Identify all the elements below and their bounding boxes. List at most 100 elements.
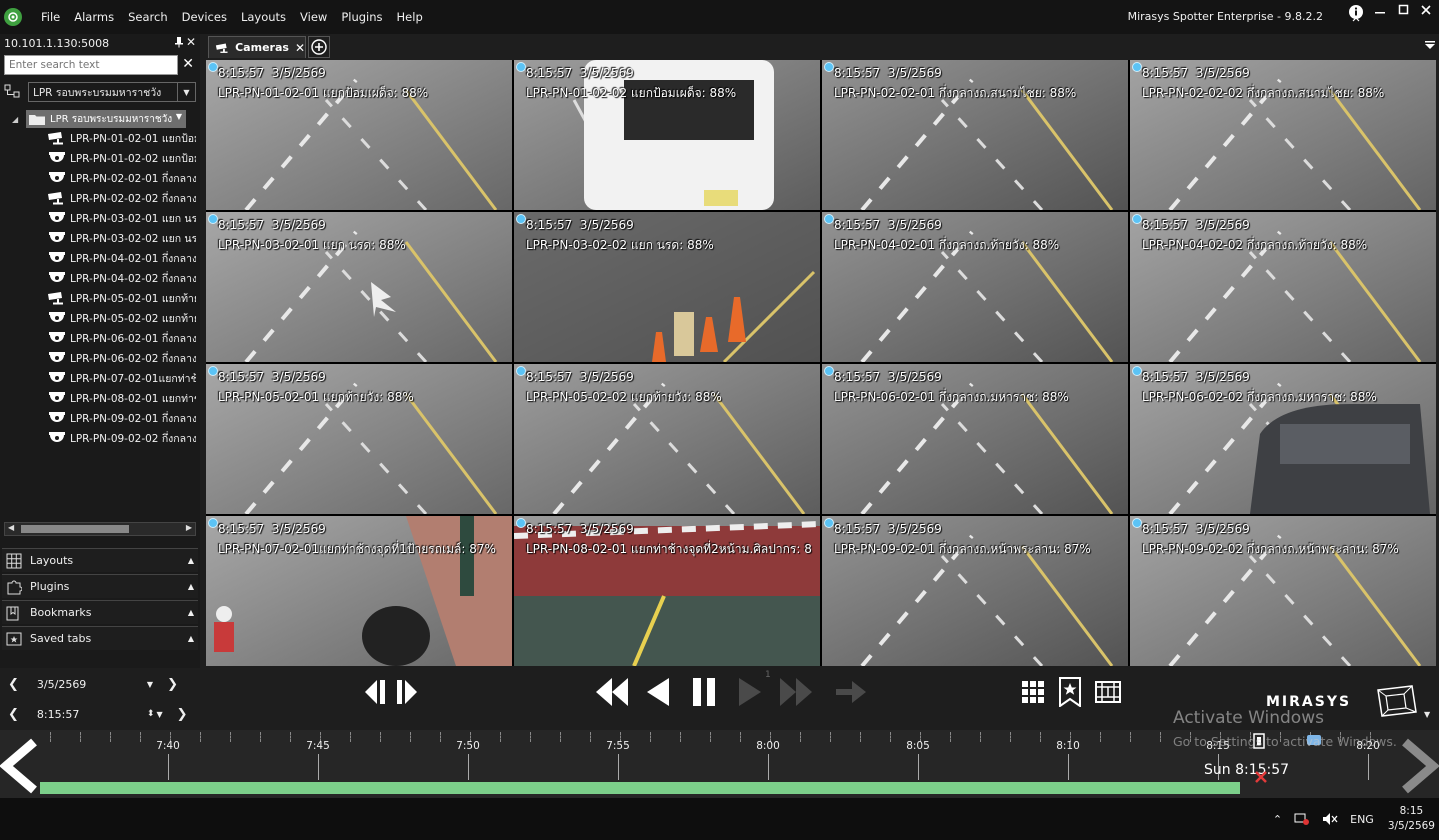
timeline-minor-tick [1040, 732, 1041, 742]
date-value[interactable]: 3/5/2569 [37, 678, 147, 691]
scrollbar-thumb[interactable] [21, 525, 129, 533]
menu-layouts[interactable]: Layouts [234, 10, 293, 24]
alarm-marker-icon[interactable] [1254, 770, 1268, 784]
clear-search-icon[interactable]: ✕ [182, 56, 194, 72]
scroll-left-icon[interactable]: ◀ [8, 523, 14, 532]
maximize-icon[interactable] [1393, 4, 1415, 20]
camera-tree-item[interactable]: LPR-PN-03-02-02 แยก นรา [4, 228, 196, 248]
timeline-next-icon[interactable] [1399, 738, 1439, 794]
network-icon[interactable] [1294, 812, 1310, 826]
pin-icon[interactable] [174, 36, 184, 51]
menu-devices[interactable]: Devices [175, 10, 234, 24]
camera-tile[interactable]: 8:15:57 3/5/2569 LPR-PN-01-02-01 แยกป้อมเ… [206, 60, 512, 210]
camera-tile[interactable]: 8:15:57 3/5/2569 LPR-PN-04-02-01 กึ่งกลาง… [822, 212, 1128, 362]
tab-menu-icon[interactable] [1425, 40, 1435, 53]
view-select[interactable]: LPR รอบพระบรมมหาราชวัง ▼ [28, 82, 196, 102]
camera-tree-item[interactable]: LPR-PN-08-02-01 แยกท่าช้ [4, 388, 196, 408]
expand-up-icon: ▲ [187, 634, 194, 643]
section-layouts[interactable]: Layouts ▲ [2, 548, 198, 572]
go-live-button[interactable] [832, 672, 870, 712]
saved-tab-icon [6, 632, 22, 645]
chevron-down-icon[interactable]: ▼ [1424, 710, 1430, 719]
add-tab-button[interactable] [308, 36, 330, 58]
camera-tile[interactable]: 8:15:57 3/5/2569 LPR-PN-09-02-02 กึ่งกลาง… [1130, 516, 1436, 666]
section-plugins[interactable]: Plugins ▲ [2, 574, 198, 598]
camera-tree-item[interactable]: LPR-PN-01-02-01 แยกป้อม [4, 128, 196, 148]
camera-tree-item[interactable]: LPR-PN-09-02-01 กึ่งกลางถ [4, 408, 196, 428]
dome-camera-icon [49, 232, 65, 242]
tree-view-icon[interactable] [4, 83, 22, 101]
camera-tree-item[interactable]: LPR-PN-05-02-01 แยกท้ายว [4, 288, 196, 308]
next-time-icon[interactable]: ❯ [177, 707, 188, 722]
camera-tile[interactable]: 8:15:57 3/5/2569 LPR-PN-03-02-02 แยก นรด:… [514, 212, 820, 362]
fast-rewind-button[interactable] [592, 672, 632, 712]
camera-tree-item[interactable]: LPR-PN-02-02-02 กึ่งกลางถ [4, 188, 196, 208]
camera-tree-item[interactable]: LPR-PN-09-02-02 กึ่งกลางถ [4, 428, 196, 448]
tree-horizontal-scrollbar[interactable]: ◀ ▶ [4, 522, 196, 536]
camera-tree-item[interactable]: LPR-PN-07-02-01แยกท่าช้ [4, 368, 196, 388]
section-bookmarks[interactable]: Bookmarks ▲ [2, 600, 198, 624]
camera-tree-item[interactable]: LPR-PN-04-02-01 กึ่งกลางถ [4, 248, 196, 268]
camera-tile[interactable]: 8:15:57 3/5/2569 LPR-PN-09-02-01 กึ่งกลาง… [822, 516, 1128, 666]
close-tab-icon[interactable]: ✕ [295, 41, 305, 55]
camera-tree-item[interactable]: LPR-PN-02-02-01 กึ่งกลางถ [4, 168, 196, 188]
tray-expand-icon[interactable]: ⌃ [1273, 813, 1282, 826]
camera-tile[interactable]: 8:15:57 3/5/2569 LPR-PN-05-02-01 แยกท้ายว… [206, 364, 512, 514]
time-value[interactable]: 8:15:57 [37, 708, 147, 721]
timeline-prev-icon[interactable] [0, 738, 40, 794]
fast-forward-button[interactable] [776, 672, 816, 712]
camera-tile[interactable]: 8:15:57 3/5/2569 LPR-PN-04-02-02 กึ่งกลาง… [1130, 212, 1436, 362]
scroll-right-icon[interactable]: ▶ [186, 523, 192, 532]
camera-tree-item[interactable]: LPR-PN-05-02-02 แยกท้ายว [4, 308, 196, 328]
search-input[interactable] [4, 55, 178, 75]
menu-plugins[interactable]: Plugins [334, 10, 389, 24]
menu-file[interactable]: File [34, 10, 67, 24]
next-date-icon[interactable]: ❯ [167, 677, 178, 692]
tree-group[interactable]: ◢ LPR รอบพระบรมมหาราชวัง ▼ [4, 110, 196, 128]
info-icon[interactable] [1345, 4, 1367, 22]
close-panel-icon[interactable]: ✕ [186, 35, 196, 49]
play-button[interactable] [734, 672, 766, 712]
menu-help[interactable]: Help [390, 10, 430, 24]
menu-alarms[interactable]: Alarms [67, 10, 121, 24]
prev-time-icon[interactable]: ❮ [8, 707, 19, 722]
chevron-down-icon[interactable]: ▼ [156, 710, 162, 719]
prev-date-icon[interactable]: ❮ [8, 677, 19, 692]
taskbar-clock[interactable]: 8:15 3/5/2569 [1388, 804, 1435, 834]
camera-tile[interactable]: 8:15:57 3/5/2569 LPR-PN-02-02-01 กึ่งกลาง… [822, 60, 1128, 210]
camera-tree-item[interactable]: LPR-PN-03-02-01 แยก นรา [4, 208, 196, 228]
camera-tile[interactable]: 8:15:57 3/5/2569 LPR-PN-01-02-02 แยกป้อมเ… [514, 60, 820, 210]
camera-tree-item[interactable]: LPR-PN-06-02-02 กึ่งกลางถ [4, 348, 196, 368]
camera-tile[interactable]: 8:15:57 3/5/2569 LPR-PN-05-02-02 แยกท้ายว… [514, 364, 820, 514]
camera-tile[interactable]: 8:15:57 3/5/2569 LPR-PN-07-02-01แยกท่าช้า… [206, 516, 512, 666]
collapse-triangle-icon[interactable]: ◢ [12, 115, 22, 124]
minimize-icon[interactable] [1369, 4, 1391, 20]
camera-tile[interactable]: 8:15:57 3/5/2569 LPR-PN-06-02-01 กึ่งกลาง… [822, 364, 1128, 514]
camera-tile[interactable]: 8:15:57 3/5/2569 LPR-PN-03-02-01 แยก นรด:… [206, 212, 512, 362]
group-node[interactable]: LPR รอบพระบรมมหาราชวัง ▼ [26, 110, 186, 128]
frame-step-button[interactable] [358, 672, 428, 712]
menu-view[interactable]: View [293, 10, 334, 24]
language-indicator[interactable]: ENG [1350, 813, 1374, 826]
menu-search[interactable]: Search [121, 10, 175, 24]
tab-cameras[interactable]: Cameras ✕ [208, 36, 306, 58]
close-icon[interactable] [1415, 4, 1437, 20]
add-bookmark-button[interactable] [1054, 672, 1086, 712]
camera-tree-label: LPR-PN-03-02-02 แยก นรา [70, 232, 196, 245]
camera-tree-item[interactable]: LPR-PN-01-02-02 แยกป้อม [4, 148, 196, 168]
play-reverse-button[interactable] [642, 672, 674, 712]
camera-tree-item[interactable]: LPR-PN-04-02-02 กึ่งกลางถ [4, 268, 196, 288]
recording-bar[interactable] [40, 782, 1240, 794]
timeline-minor-tick [860, 732, 861, 742]
camera-tile[interactable]: 8:15:57 3/5/2569 LPR-PN-06-02-02 กึ่งกลาง… [1130, 364, 1436, 514]
chevron-down-icon[interactable]: ▼ [147, 680, 153, 689]
grid-view-button[interactable] [1018, 672, 1048, 712]
section-saved-tabs[interactable]: Saved tabs ▲ [2, 626, 198, 650]
camera-tile[interactable]: 8:15:57 3/5/2569 LPR-PN-08-02-01 แยกท่าช้… [514, 516, 820, 666]
pause-button[interactable] [688, 672, 720, 712]
camera-tree-item[interactable]: LPR-PN-06-02-01 กึ่งกลางถ [4, 328, 196, 348]
filmstrip-button[interactable] [1092, 672, 1124, 712]
stepper-icon[interactable]: ⬍ [147, 709, 155, 719]
camera-tile[interactable]: 8:15:57 3/5/2569 LPR-PN-02-02-02 กึ่งกลาง… [1130, 60, 1436, 210]
volume-muted-icon[interactable] [1322, 812, 1338, 826]
